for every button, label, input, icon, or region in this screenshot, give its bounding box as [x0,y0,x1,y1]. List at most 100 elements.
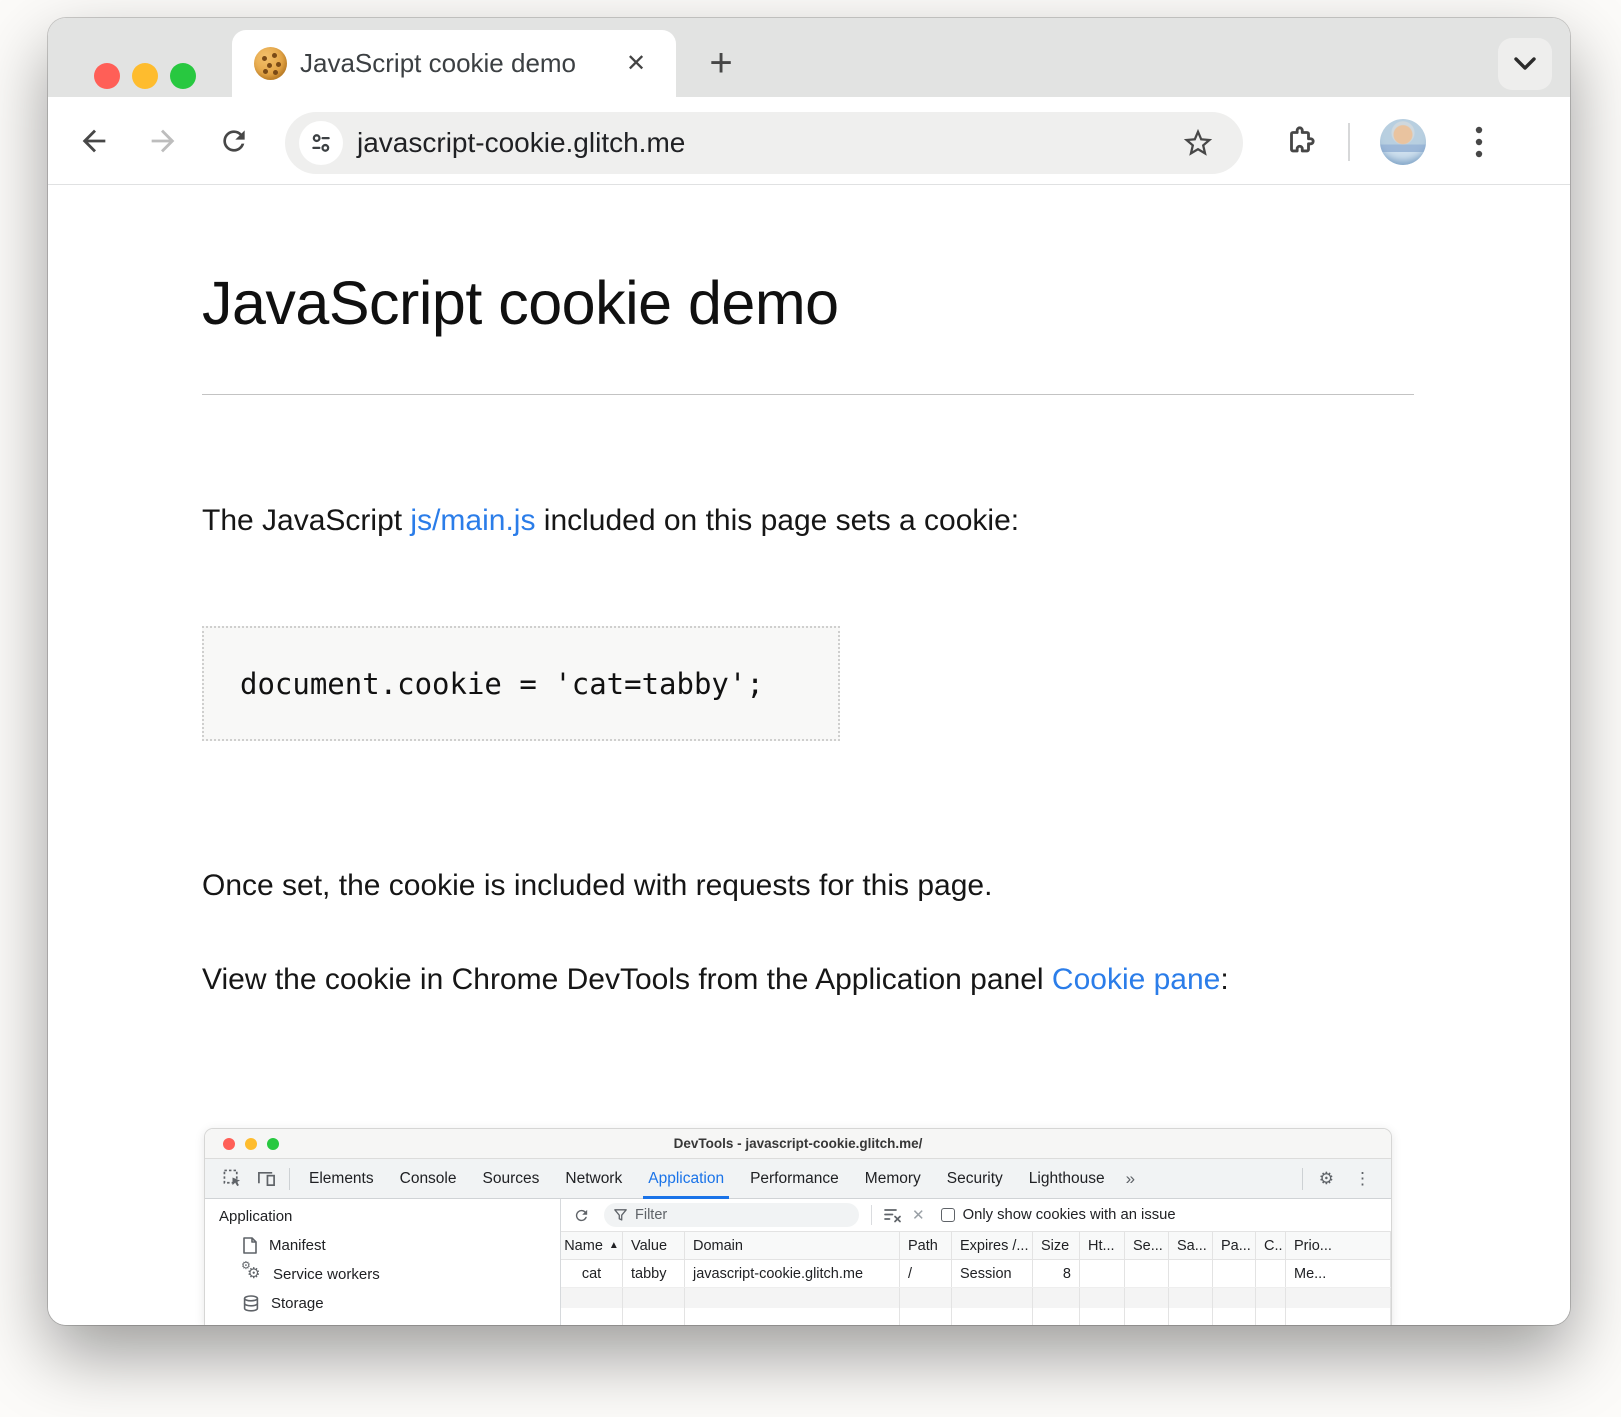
forward-button[interactable] [139,117,187,165]
new-tab-button[interactable]: + [695,38,747,90]
url-text: javascript-cookie.glitch.me [357,112,685,174]
devtools-tab-memory: Memory [852,1159,934,1199]
toolbar-divider [1348,123,1350,161]
paragraph-once-set: Once set, the cookie is included with re… [202,869,992,903]
page-title: JavaScript cookie demo [202,268,839,338]
reload-button[interactable] [210,117,258,165]
filter-input: Filter [604,1203,859,1227]
browser-menu-button[interactable] [1456,119,1502,165]
paragraph-text: : [1220,963,1228,996]
clear-filter-icon [884,1207,902,1223]
reload-icon [218,125,250,157]
devtools-divider [289,1168,290,1190]
cell-samesite [1169,1260,1213,1287]
column-header-expires: Expires /... [952,1232,1033,1259]
minimize-window-button[interactable] [132,63,158,89]
zoom-window-button[interactable] [170,63,196,89]
devtools-screenshot: DevTools - javascript-cookie.glitch.me/ … [204,1128,1392,1325]
tab-search-button[interactable] [1498,38,1552,90]
paragraph-text: included on this page sets a cookie: [535,504,1019,537]
cell-secure [1125,1260,1169,1287]
devtools-minimize-icon [245,1138,257,1150]
device-toolbar-icon [249,1159,283,1199]
empty-table-row [561,1308,1391,1325]
sort-asc-icon: ▲ [609,1240,619,1251]
cell-priority: Me... [1286,1260,1391,1287]
devtools-settings-gear-icon: ⚙ [1309,1169,1344,1189]
cookie-favicon-icon [254,47,287,80]
column-header-path: Path [900,1232,952,1259]
more-tabs-icon: » [1118,1169,1143,1189]
devtools-tab-lighthouse: Lighthouse [1016,1159,1118,1199]
paragraph-view-cookie: View the cookie in Chrome DevTools from … [202,954,1252,1006]
devtools-tab-sources: Sources [470,1159,553,1199]
browser-tab[interactable]: JavaScript cookie demo ✕ [232,30,676,97]
empty-table-row [561,1288,1391,1308]
sidebar-item-label: Storage [271,1295,324,1312]
browser-window: JavaScript cookie demo ✕ + [48,18,1570,1325]
issue-checkbox [941,1208,955,1222]
cell-name: cat [561,1260,623,1287]
devtools-divider [871,1205,872,1225]
chevron-down-icon [1514,57,1536,71]
devtools-tab-console: Console [387,1159,470,1199]
cookies-pane: Filter ✕ Only show cookies with an issue… [561,1199,1391,1325]
column-header-size: Size [1033,1232,1080,1259]
devtools-tab-application: Application [635,1159,737,1199]
devtools-tab-network: Network [552,1159,635,1199]
devtools-tab-performance: Performance [737,1159,852,1199]
column-header-c: C.. [1256,1232,1286,1259]
cookie-table-row: cat tabby javascript-cookie.glitch.me / … [561,1260,1391,1288]
column-header-name: Name▲ [561,1232,623,1259]
paragraph-text: The JavaScript [202,504,410,537]
extensions-button[interactable] [1276,117,1324,165]
code-text: document.cookie = 'cat=tabby'; [204,667,764,701]
sidebar-item-manifest: Manifest [243,1233,326,1257]
devtools-tab-security: Security [934,1159,1016,1199]
database-icon [243,1295,259,1312]
column-header-secure: Se... [1125,1232,1169,1259]
profile-avatar[interactable] [1380,119,1426,165]
sidebar-panel-title: Application [219,1208,292,1225]
back-arrow-icon [77,124,111,158]
heading-rule [202,394,1414,395]
close-tab-icon[interactable]: ✕ [618,46,654,82]
column-header-partition: Pa... [1213,1232,1256,1259]
inspect-element-icon [215,1159,249,1199]
back-button[interactable] [70,117,118,165]
main-js-link[interactable]: js/main.js [410,504,535,537]
cell-domain: javascript-cookie.glitch.me [685,1260,900,1287]
three-dot-menu-icon [1475,125,1483,159]
site-settings-button[interactable] [299,121,343,165]
page-content: JavaScript cookie demo The JavaScript js… [48,186,1570,1325]
refresh-icon [573,1207,590,1224]
devtools-zoom-icon [267,1138,279,1150]
address-bar[interactable]: javascript-cookie.glitch.me [285,112,1243,174]
funnel-icon [614,1209,627,1222]
forward-arrow-icon [146,124,180,158]
cell-value: tabby [623,1260,685,1287]
site-settings-icon [308,130,334,156]
code-block: document.cookie = 'cat=tabby'; [202,626,840,741]
puzzle-icon [1283,124,1317,158]
column-header-domain: Domain [685,1232,900,1259]
tab-strip: JavaScript cookie demo ✕ + [48,18,1570,97]
devtools-tab-elements: Elements [296,1159,387,1199]
cell-httponly [1080,1260,1125,1287]
sidebar-item-storage: Storage [243,1291,324,1315]
checkbox-label: Only show cookies with an issue [963,1207,1176,1223]
devtools-close-icon [223,1138,235,1150]
sidebar-item-label: Manifest [269,1237,326,1254]
devtools-tab-bar: Elements Console Sources Network Applica… [205,1159,1391,1199]
bookmark-button[interactable] [1179,124,1217,162]
close-window-button[interactable] [94,63,120,89]
devtools-divider [1302,1168,1303,1190]
cell-c [1256,1260,1286,1287]
column-header-samesite: Sa... [1169,1232,1213,1259]
devtools-body: Application Manifest ⚙⚙ Service workers [205,1199,1391,1325]
cookie-pane-link[interactable]: Cookie pane [1052,963,1220,996]
cell-expires: Session [952,1260,1033,1287]
cookies-table-header: Name▲ Value Domain Path Expires /... Siz… [561,1232,1391,1260]
file-icon [243,1237,257,1254]
browser-toolbar: javascript-cookie.glitch.me [48,97,1570,185]
